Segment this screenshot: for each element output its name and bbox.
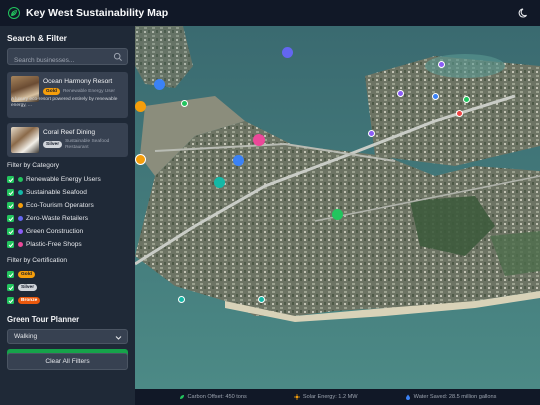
carbon-offset-text: Carbon Offset: 450 tons	[187, 394, 247, 400]
search-box[interactable]	[7, 48, 128, 68]
search-input[interactable]	[8, 53, 127, 68]
poi-icon[interactable]	[178, 296, 185, 303]
checkbox[interactable]	[7, 215, 14, 222]
map-marker-eco-tourism[interactable]	[135, 154, 146, 165]
checkbox[interactable]	[7, 284, 14, 291]
category-filter-title: Filter by Category	[7, 162, 60, 169]
category-dot	[18, 203, 23, 208]
certification-filter-title: Filter by Certification	[7, 257, 68, 264]
filter-green-construction[interactable]: Green Construction	[7, 225, 128, 238]
category-dot	[18, 242, 23, 247]
filter-zerowaste[interactable]: Zero-Waste Retailers	[7, 212, 128, 225]
category-dot	[18, 216, 23, 221]
map-marker-zero-waste[interactable]	[282, 47, 293, 58]
business-name: Coral Reef Dining	[43, 129, 96, 136]
poi-icon[interactable]	[181, 100, 188, 107]
checkbox[interactable]	[7, 228, 14, 235]
category-label: Sustainable Seafood	[26, 189, 87, 196]
map-marker-eco-business[interactable]	[154, 79, 165, 90]
check-icon	[8, 203, 13, 208]
check-icon	[8, 190, 13, 195]
carbon-stat: Carbon Offset: 450 tons	[179, 394, 247, 400]
checkbox[interactable]	[7, 189, 14, 196]
category-label: Green Construction	[26, 228, 84, 235]
filter-silver[interactable]: Silver	[7, 281, 128, 294]
app-header: Key West Sustainability Map	[0, 0, 540, 26]
poi-icon[interactable]	[368, 130, 375, 137]
filter-plastic-free[interactable]: Plastic-Free Shops	[7, 238, 128, 251]
checkbox[interactable]	[7, 241, 14, 248]
moon-icon[interactable]	[518, 7, 530, 19]
map-marker-renewable[interactable]	[332, 209, 343, 220]
category-label: Zero-Waste Retailers	[26, 215, 89, 222]
business-category: Sustainable Seafood Restaurant	[65, 139, 110, 150]
map-marker-plastic-free[interactable]	[253, 134, 265, 146]
chevron-down-icon	[115, 336, 122, 340]
satellite-map[interactable]	[135, 26, 540, 389]
water-saved-text: Water Saved: 28.5 million gallons	[413, 394, 497, 400]
filter-seafood[interactable]: Sustainable Seafood	[7, 186, 128, 199]
poi-icon[interactable]	[456, 110, 463, 117]
map-marker-eco-business[interactable]	[233, 155, 244, 166]
checkbox[interactable]	[7, 176, 14, 183]
filter-ecotourism[interactable]: Eco-Tourism Operators	[7, 199, 128, 212]
business-description: A luxury eco-resort powered entirely by …	[11, 97, 118, 108]
silver-badge: Silver	[43, 141, 63, 149]
map-imagery	[135, 26, 540, 389]
leaf-icon	[179, 395, 184, 399]
business-category: Renewable Energy User	[62, 88, 115, 94]
solar-energy-text: Solar Energy: 1.2 MW	[302, 394, 358, 400]
search-filter-title: Search & Filter	[7, 33, 67, 43]
business-card-coral-reef[interactable]: Coral Reef Dining Silver Sustainable Sea…	[7, 123, 128, 157]
category-dot	[18, 190, 23, 195]
category-label: Renewable Energy Users	[26, 176, 101, 183]
water-stat: Water Saved: 28.5 million gallons	[405, 394, 497, 400]
water-drop-icon	[405, 394, 410, 400]
poi-icon[interactable]	[463, 96, 470, 103]
checkbox[interactable]	[7, 202, 14, 209]
filter-bronze[interactable]: Bronze	[7, 294, 128, 307]
search-icon[interactable]	[113, 52, 123, 62]
gold-badge: Gold	[43, 88, 60, 95]
check-icon	[8, 285, 13, 290]
sun-icon	[293, 394, 300, 400]
bronze-badge: Bronze	[18, 297, 41, 304]
check-icon	[8, 242, 13, 247]
poi-icon[interactable]	[258, 296, 265, 303]
category-dot	[18, 229, 23, 234]
checkbox[interactable]	[7, 297, 14, 304]
business-name: Ocean Harmony Resort	[43, 78, 113, 85]
poi-icon[interactable]	[397, 90, 404, 97]
filter-renewable[interactable]: Renewable Energy Users	[7, 173, 128, 186]
category-label: Eco-Tourism Operators	[26, 202, 94, 209]
check-icon	[8, 298, 13, 303]
check-icon	[8, 177, 13, 182]
clear-filters-button[interactable]: Clear All Filters	[7, 353, 128, 370]
silver-badge: Silver	[18, 284, 38, 291]
check-icon	[8, 272, 13, 277]
travel-mode-value: Walking	[14, 333, 38, 340]
stats-footer: Carbon Offset: 450 tons Solar Energy: 1.…	[135, 389, 540, 405]
map-marker-seafood[interactable]	[214, 177, 225, 188]
solar-stat: Solar Energy: 1.2 MW	[293, 394, 358, 400]
sidebar: Search & Filter Ocean Harmony Resort Gol…	[0, 26, 135, 405]
travel-mode-select[interactable]: Walking	[7, 329, 128, 344]
poi-icon[interactable]	[432, 93, 439, 100]
business-thumbnail	[11, 127, 39, 153]
category-dot	[18, 177, 23, 182]
filter-gold[interactable]: Gold	[7, 268, 128, 281]
checkbox[interactable]	[7, 271, 14, 278]
poi-icon[interactable]	[438, 61, 445, 68]
map-marker-eco-tourism[interactable]	[135, 101, 146, 112]
tour-planner-title: Green Tour Planner	[7, 315, 80, 324]
app-title: Key West Sustainability Map	[26, 7, 169, 19]
category-label: Plastic-Free Shops	[26, 241, 82, 248]
check-icon	[8, 216, 13, 221]
leaf-logo-icon	[8, 7, 20, 19]
check-icon	[8, 229, 13, 234]
business-card-ocean-harmony[interactable]: Ocean Harmony Resort Gold Renewable Ener…	[7, 72, 128, 118]
gold-badge: Gold	[18, 271, 35, 278]
